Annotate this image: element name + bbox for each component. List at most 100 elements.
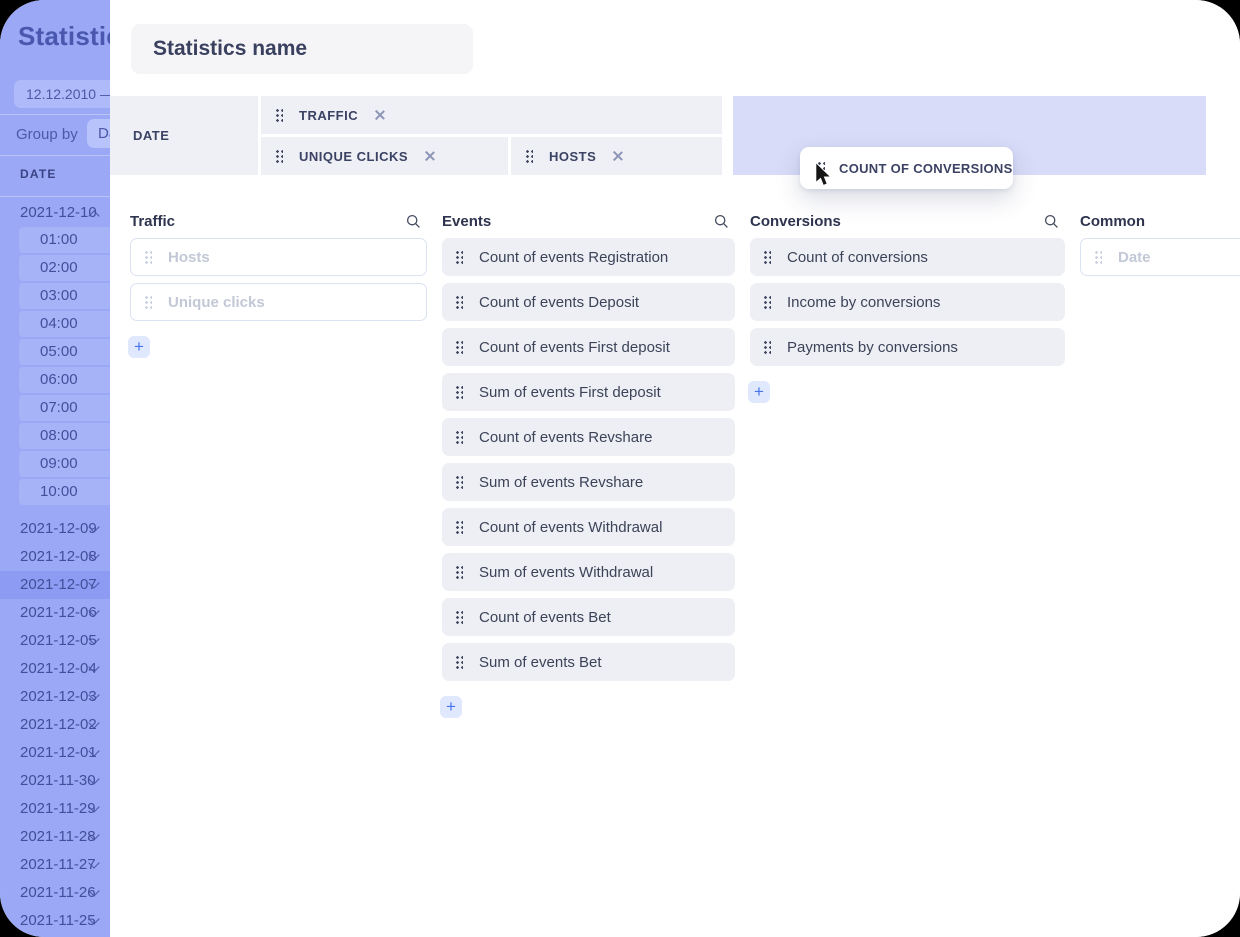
metric-item[interactable]: Count of events Revshare — [442, 418, 735, 456]
divider — [0, 114, 110, 115]
date-row[interactable]: 2021-11-26 — [0, 879, 110, 907]
add-metric-button[interactable]: + — [128, 336, 150, 358]
date-row-label: 2021-11-27 — [20, 851, 96, 879]
date-row[interactable]: 2021-12-02 — [0, 711, 110, 739]
close-icon[interactable] — [374, 109, 386, 121]
metric-item[interactable]: Count of events First deposit — [442, 328, 735, 366]
metric-item-label: Date — [1118, 249, 1151, 266]
drag-handle-icon[interactable] — [763, 340, 771, 354]
column-items: Count of events Registration Count of ev… — [442, 238, 735, 681]
page-title: Statistics — [18, 21, 110, 52]
drag-handle-icon[interactable] — [275, 149, 283, 163]
chip-label: UNIQUE CLICKS — [299, 149, 408, 164]
close-icon[interactable] — [612, 150, 624, 162]
add-metric-button[interactable]: + — [748, 381, 770, 403]
metric-item-label: Count of events Deposit — [479, 294, 639, 311]
metric-chip-hosts[interactable]: HOSTS — [511, 137, 722, 175]
date-row[interactable]: 2021-12-01 — [0, 739, 110, 767]
drag-handle-icon[interactable] — [455, 295, 463, 309]
drag-handle-icon[interactable] — [455, 610, 463, 624]
date-row[interactable]: 2021-12-08 — [0, 543, 110, 571]
metric-item[interactable]: Count of conversions — [750, 238, 1065, 276]
drag-handle-icon[interactable] — [455, 565, 463, 579]
hour-row: 05:00 — [19, 339, 110, 365]
drag-handle-icon[interactable] — [455, 475, 463, 489]
drag-handle-icon — [144, 295, 152, 309]
date-row[interactable]: 2021-12-06 — [0, 599, 110, 627]
metric-item[interactable]: Count of events Withdrawal — [442, 508, 735, 546]
metric-item[interactable]: Count of events Registration — [442, 238, 735, 276]
date-row-expanded[interactable]: 2021-12-10 — [0, 199, 110, 227]
date-column-header: DATE — [20, 167, 57, 181]
drag-handle-icon[interactable] — [455, 385, 463, 399]
drag-handle-icon[interactable] — [525, 149, 533, 163]
hours-list: 01:00 02:00 03:00 04:00 05:00 06:00 07:0… — [0, 227, 110, 507]
metric-item[interactable]: Count of events Deposit — [442, 283, 735, 321]
drag-handle-icon[interactable] — [455, 655, 463, 669]
column-common: Common Date — [1080, 213, 1240, 283]
app-window: Statistics 12.12.2010 — 1 Group by Da DA… — [0, 0, 1240, 937]
date-row[interactable]: 2021-11-28 — [0, 823, 110, 851]
metrics-row-label: DATE — [133, 128, 169, 143]
hour-label: 01:00 — [40, 231, 78, 248]
statistics-name-input[interactable] — [131, 24, 473, 74]
hour-row: 04:00 — [19, 311, 110, 337]
drag-handle-icon[interactable] — [763, 295, 771, 309]
group-by-select[interactable]: Da — [87, 119, 110, 148]
metric-item-label: Unique clicks — [168, 294, 265, 311]
search-icon[interactable] — [1044, 214, 1059, 229]
metric-item: Hosts — [130, 238, 427, 276]
metric-item[interactable]: Sum of events Revshare — [442, 463, 735, 501]
metric-item[interactable]: Sum of events Bet — [442, 643, 735, 681]
drag-handle-icon[interactable] — [455, 520, 463, 534]
date-row[interactable]: 2021-12-03 — [0, 683, 110, 711]
mouse-cursor-icon — [815, 163, 832, 187]
column-items: Hosts Unique clicks — [130, 238, 427, 321]
date-row[interactable]: 2021-11-30 — [0, 767, 110, 795]
metric-item[interactable]: Income by conversions — [750, 283, 1065, 321]
metric-chip-unique-clicks[interactable]: UNIQUE CLICKS — [261, 137, 508, 175]
metric-item[interactable]: Payments by conversions — [750, 328, 1065, 366]
column-items: Count of conversions Income by conversio… — [750, 238, 1065, 366]
hour-label: 09:00 — [40, 455, 78, 472]
date-range-picker[interactable]: 12.12.2010 — 1 — [14, 80, 110, 108]
date-row[interactable]: 2021-12-09 — [0, 515, 110, 543]
chip-label: HOSTS — [549, 149, 596, 164]
metric-item-label: Hosts — [168, 249, 210, 266]
metric-item[interactable]: Sum of events First deposit — [442, 373, 735, 411]
metric-item-label: Count of conversions — [787, 249, 928, 266]
drag-handle-icon[interactable] — [455, 340, 463, 354]
date-row[interactable]: 2021-11-29 — [0, 795, 110, 823]
column-items: Date — [1080, 238, 1240, 276]
metric-item[interactable]: Sum of events Withdrawal — [442, 553, 735, 591]
close-icon[interactable] — [424, 150, 436, 162]
metrics-row-label-cell: DATE — [110, 96, 258, 175]
date-row-label: 2021-12-03 — [20, 683, 97, 711]
search-icon[interactable] — [406, 214, 421, 229]
metric-chip-traffic[interactable]: TRAFFIC — [261, 96, 722, 134]
add-metric-button[interactable]: + — [440, 696, 462, 718]
hour-row: 09:00 — [19, 451, 110, 477]
date-row[interactable]: 2021-12-07 — [0, 571, 110, 599]
hour-row: 03:00 — [19, 283, 110, 309]
metric-item[interactable]: Count of events Bet — [442, 598, 735, 636]
chip-label: COUNT OF CONVERSIONS — [839, 161, 1013, 176]
date-row[interactable]: 2021-12-05 — [0, 627, 110, 655]
date-row[interactable]: 2021-11-27 — [0, 851, 110, 879]
date-row[interactable]: 2021-12-04 — [0, 655, 110, 683]
hour-label: 03:00 — [40, 287, 78, 304]
drag-handle-icon[interactable] — [455, 250, 463, 264]
metric-item: Unique clicks — [130, 283, 427, 321]
date-row-label: 2021-12-09 — [20, 515, 97, 543]
search-icon[interactable] — [714, 214, 729, 229]
metric-item-label: Sum of events Revshare — [479, 474, 643, 491]
drag-handle-icon[interactable] — [455, 430, 463, 444]
drag-handle-icon[interactable] — [275, 108, 283, 122]
drag-handle-icon — [1094, 250, 1102, 264]
hour-row: 10:00 — [19, 479, 110, 505]
date-row[interactable]: 2021-11-25 — [0, 907, 110, 935]
metric-item: Date — [1080, 238, 1240, 276]
drag-handle-icon[interactable] — [763, 250, 771, 264]
metric-item-label: Income by conversions — [787, 294, 940, 311]
chip-label: TRAFFIC — [299, 108, 358, 123]
